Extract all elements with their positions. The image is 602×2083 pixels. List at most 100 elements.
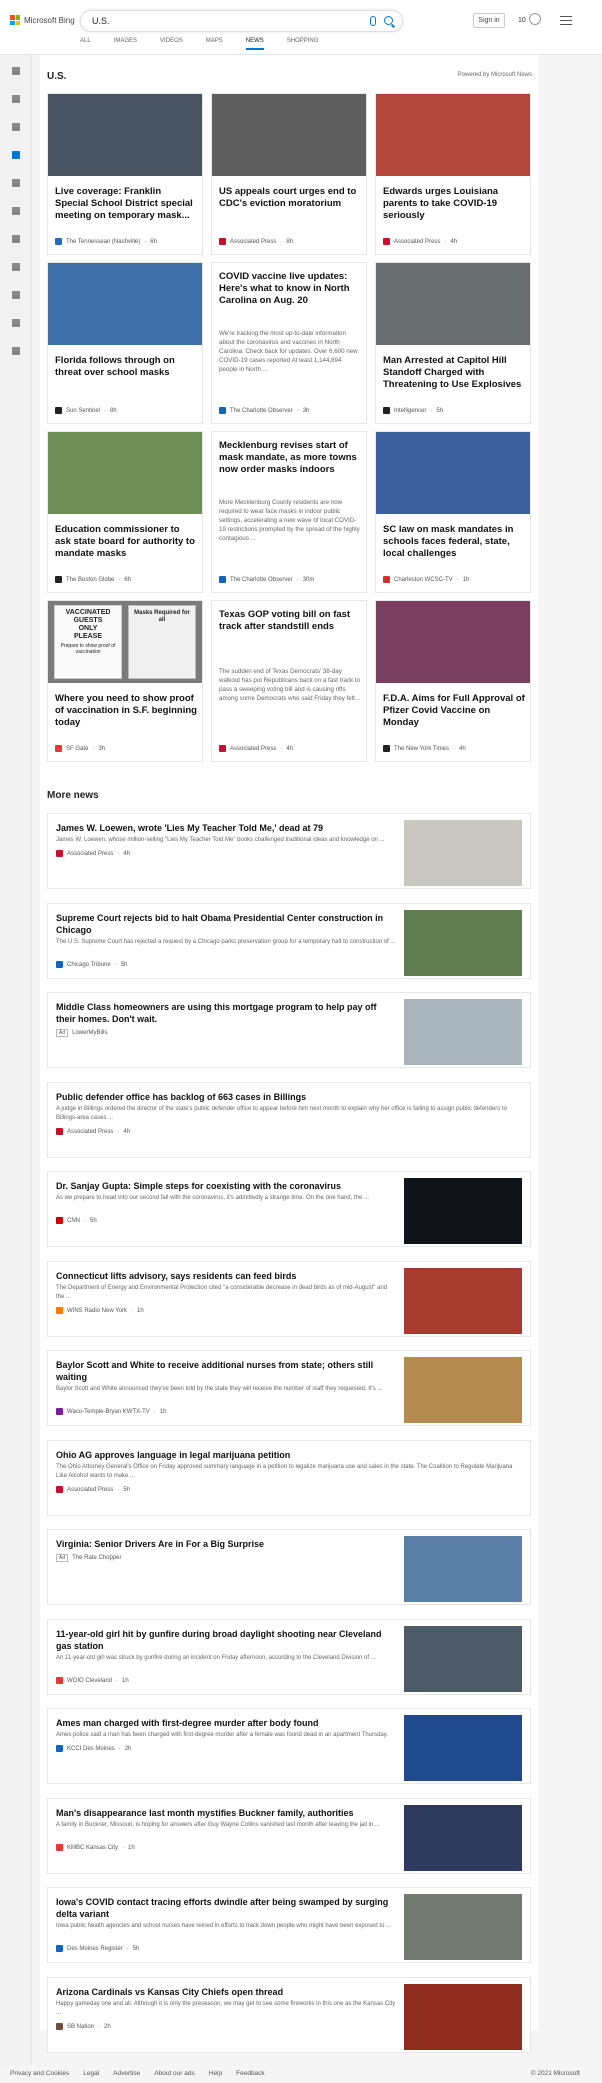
footer-link[interactable]: Privacy and Cookies: [10, 2070, 69, 2077]
news-card-source[interactable]: The New York Times · 4h: [383, 745, 466, 752]
more-news-title[interactable]: Virginia: Senior Drivers Are in For a Bi…: [56, 1538, 396, 1550]
news-card-source[interactable]: The Boston Globe · 6h: [55, 576, 131, 583]
more-news-source[interactable]: SB Nation · 2h: [56, 2023, 111, 2030]
more-news-item[interactable]: James W. Loewen, wrote 'Lies My Teacher …: [47, 813, 531, 889]
more-news-title[interactable]: Baylor Scott and White to receive additi…: [56, 1359, 396, 1383]
news-card-title[interactable]: F.D.A. Aims for Full Approval of Pfizer …: [383, 693, 525, 729]
more-news-thumbnail[interactable]: [404, 820, 522, 886]
news-card-image[interactable]: [48, 263, 202, 345]
news-card-image[interactable]: VACCINATED GUESTS ONLY PLEASE Prepare to sho…: [48, 601, 202, 683]
more-news-source[interactable]: Chicago Tribune · 5h: [56, 961, 127, 968]
more-news-item[interactable]: Iowa's COVID contact tracing efforts dwi…: [47, 1887, 531, 1963]
more-news-source[interactable]: Ad LowerMyBills: [56, 1029, 107, 1037]
news-card-image[interactable]: [48, 94, 202, 176]
more-news-thumbnail[interactable]: [404, 1536, 522, 1602]
news-card-source[interactable]: The Charlotte Observer · 3h: [219, 407, 309, 414]
news-card-image[interactable]: [212, 94, 366, 176]
footer-link[interactable]: Feedback: [236, 2070, 265, 2077]
more-news-source[interactable]: Associated Press · 5h: [56, 1486, 130, 1493]
more-news-source[interactable]: WINS Radio New York · 1h: [56, 1307, 144, 1314]
microscope-icon[interactable]: [12, 235, 20, 243]
more-news-item[interactable]: Dr. Sanjay Gupta: Simple steps for coexi…: [47, 1171, 531, 1247]
globe-icon[interactable]: [12, 207, 20, 215]
footer-link[interactable]: Advertise: [113, 2070, 140, 2077]
footer-link[interactable]: Legal: [83, 2070, 99, 2077]
more-news-thumbnail[interactable]: [404, 1268, 522, 1334]
bank-icon[interactable]: [12, 319, 20, 327]
menu-icon[interactable]: [560, 16, 572, 25]
footer-link[interactable]: Help: [209, 2070, 222, 2077]
news-card-source[interactable]: Intelligencer · 5h: [383, 407, 443, 414]
news-card-image[interactable]: [376, 432, 530, 514]
more-news-title[interactable]: Middle Class homeowners are using this m…: [56, 1001, 396, 1025]
location-icon[interactable]: [12, 179, 20, 187]
more-news-source[interactable]: CNN · 5h: [56, 1217, 97, 1224]
more-news-title[interactable]: Ames man charged with first-degree murde…: [56, 1717, 396, 1729]
rewards-count[interactable]: 10: [518, 17, 526, 24]
film-icon[interactable]: [12, 291, 20, 299]
tab-shopping[interactable]: SHOPPING: [287, 38, 319, 50]
news-card-title[interactable]: Mecklenburg revises start of mask mandat…: [219, 440, 361, 476]
more-news-item[interactable]: Connecticut lifts advisory, says residen…: [47, 1261, 531, 1337]
more-news-thumbnail[interactable]: [404, 1984, 522, 2050]
news-card-title[interactable]: Edwards urges Louisiana parents to take …: [383, 186, 525, 222]
more-news-title[interactable]: Supreme Court rejects bid to halt Obama …: [56, 912, 396, 936]
more-news-thumbnail[interactable]: [404, 1626, 522, 1692]
health-icon[interactable]: [12, 347, 20, 355]
more-news-source[interactable]: KCCI Des Moines · 2h: [56, 1745, 131, 1752]
news-card[interactable]: Education commissioner to ask state boar…: [47, 431, 203, 593]
news-card[interactable]: Edwards urges Louisiana parents to take …: [375, 93, 531, 255]
more-news-source[interactable]: WOIO Cleveland · 1h: [56, 1677, 129, 1684]
footer-link[interactable]: About our ads: [154, 2070, 194, 2077]
news-card-title[interactable]: Live coverage: Franklin Special School D…: [55, 186, 197, 222]
more-news-source[interactable]: Waco-Temple-Bryan KWTX-TV · 1h: [56, 1408, 166, 1415]
news-card-source[interactable]: The Charlotte Observer · 30m: [219, 576, 314, 583]
tab-maps[interactable]: MAPS: [206, 38, 223, 50]
news-card-title[interactable]: US appeals court urges end to CDC's evic…: [219, 186, 361, 210]
news-card-image[interactable]: [376, 601, 530, 683]
more-news-title[interactable]: Dr. Sanjay Gupta: Simple steps for coexi…: [56, 1180, 396, 1192]
more-news-item[interactable]: Middle Class homeowners are using this m…: [47, 992, 531, 1068]
news-card-title[interactable]: Florida follows through on threat over s…: [55, 355, 197, 379]
more-news-thumbnail[interactable]: [404, 1715, 522, 1781]
news-card[interactable]: Texas GOP voting bill on fast track afte…: [211, 600, 367, 762]
more-news-item[interactable]: Arizona Cardinals vs Kansas City Chiefs …: [47, 1977, 531, 2053]
news-card[interactable]: COVID vaccine live updates: Here's what …: [211, 262, 367, 424]
news-card[interactable]: Live coverage: Franklin Special School D…: [47, 93, 203, 255]
news-card-source[interactable]: Charleston WCSC-TV · 1h: [383, 576, 469, 583]
search-icon[interactable]: [384, 16, 393, 25]
more-news-title[interactable]: Man's disappearance last month mystifies…: [56, 1807, 396, 1819]
more-news-title[interactable]: Ohio AG approves language in legal marij…: [56, 1449, 516, 1461]
news-card[interactable]: F.D.A. Aims for Full Approval of Pfizer …: [375, 600, 531, 762]
news-card[interactable]: VACCINATED GUESTS ONLY PLEASE Prepare to sho…: [47, 600, 203, 762]
more-news-item[interactable]: Ohio AG approves language in legal marij…: [47, 1440, 531, 1516]
more-news-title[interactable]: Public defender office has backlog of 66…: [56, 1091, 516, 1103]
news-card-source[interactable]: Sun Sentinel · 8h: [55, 407, 117, 414]
more-news-item[interactable]: Supreme Court rejects bid to halt Obama …: [47, 903, 531, 979]
more-news-source[interactable]: Associated Press · 4h: [56, 1128, 130, 1135]
tab-videos[interactable]: VIDEOS: [160, 38, 183, 50]
tab-news[interactable]: NEWS: [245, 38, 264, 50]
more-news-thumbnail[interactable]: [404, 1805, 522, 1871]
expand-icon[interactable]: [12, 67, 20, 75]
news-card[interactable]: SC law on mask mandates in schools faces…: [375, 431, 531, 593]
news-card[interactable]: US appeals court urges end to CDC's evic…: [211, 93, 367, 255]
news-card-source[interactable]: The Tennessean (Nashville) · 6h: [55, 238, 157, 245]
tab-all[interactable]: ALL: [80, 38, 91, 50]
shuffle-icon[interactable]: [12, 123, 20, 131]
news-card-title[interactable]: Man Arrested at Capitol Hill Standoff Ch…: [383, 355, 525, 391]
flag-icon[interactable]: [12, 151, 20, 159]
more-news-item[interactable]: Virginia: Senior Drivers Are in For a Bi…: [47, 1529, 531, 1605]
more-news-item[interactable]: Baylor Scott and White to receive additi…: [47, 1350, 531, 1426]
more-news-title[interactable]: James W. Loewen, wrote 'Lies My Teacher …: [56, 822, 396, 834]
more-news-item[interactable]: 11-year-old girl hit by gunfire during b…: [47, 1619, 531, 1695]
news-card-title[interactable]: Where you need to show proof of vaccinat…: [55, 693, 197, 729]
news-card[interactable]: Florida follows through on threat over s…: [47, 262, 203, 424]
news-card-source[interactable]: SF Gate · 3h: [55, 745, 105, 752]
more-news-title[interactable]: Arizona Cardinals vs Kansas City Chiefs …: [56, 1986, 396, 1998]
news-card-source[interactable]: Associated Press · 4h: [219, 745, 293, 752]
news-card-image[interactable]: [376, 94, 530, 176]
rocket-icon[interactable]: [12, 263, 20, 271]
more-news-item[interactable]: Man's disappearance last month mystifies…: [47, 1798, 531, 1874]
search-box[interactable]: U.S.: [80, 10, 403, 32]
